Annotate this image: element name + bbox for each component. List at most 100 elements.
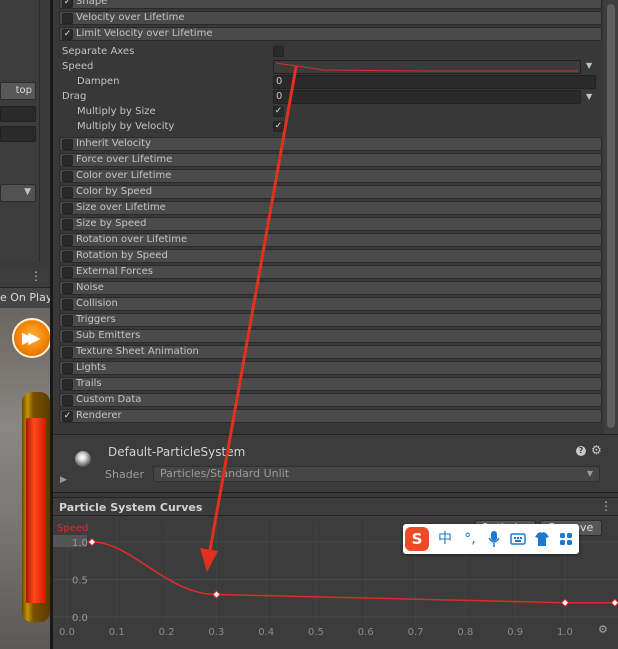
punctuation-button[interactable]: °,	[461, 528, 479, 550]
module-label: Triggers	[76, 314, 116, 325]
left-field-2[interactable]	[0, 126, 36, 142]
kebab-menu-icon[interactable]: ⋮	[600, 499, 612, 513]
chevron-down-icon: ▼	[24, 187, 31, 197]
left-dropdown[interactable]: ▼	[0, 184, 36, 202]
module-row[interactable]: Lights	[59, 361, 602, 375]
drag-mode-dropdown-icon[interactable]: ▼	[586, 92, 592, 101]
module-enable-checkbox[interactable]	[62, 315, 73, 326]
module-row[interactable]: Color by Speed	[59, 185, 602, 199]
module-enable-checkbox[interactable]	[62, 235, 73, 246]
curve-keyframe[interactable]	[87, 537, 97, 547]
module-enable-checkbox[interactable]	[62, 139, 73, 150]
module-row[interactable]: Color over Lifetime	[59, 169, 602, 183]
module-label: Inherit Velocity	[76, 138, 151, 149]
shader-label: Shader	[105, 468, 144, 481]
module-label: Noise	[76, 282, 104, 293]
module-row[interactable]: Custom Data	[59, 393, 602, 407]
module-label: Custom Data	[76, 394, 142, 405]
module-row[interactable]: Force over Lifetime	[59, 153, 602, 167]
module-enable-checkbox[interactable]	[62, 267, 73, 278]
module-row[interactable]: Sub Emitters	[59, 329, 602, 343]
module-enable-checkbox[interactable]: ✓	[62, 0, 73, 8]
kebab-menu-icon[interactable]: ⋮	[30, 269, 42, 283]
curve-keyframe[interactable]	[560, 598, 570, 607]
module-row[interactable]: Triggers	[59, 313, 602, 327]
gear-icon[interactable]: ⚙	[598, 623, 608, 636]
chinese-mode-button[interactable]: 中	[436, 528, 454, 550]
module-row[interactable]: Collision	[59, 297, 602, 311]
left-toolbar-text: e On Play	[0, 288, 50, 308]
curve-keyframe[interactable]	[212, 590, 221, 599]
module-enable-checkbox[interactable]	[62, 187, 73, 198]
module-enable-checkbox[interactable]	[62, 155, 73, 166]
multiply-by-size-checkbox[interactable]: ✓	[273, 106, 284, 117]
module-enable-checkbox[interactable]: ✓	[62, 411, 73, 422]
module-enable-checkbox[interactable]	[62, 219, 73, 230]
skin-shirt-icon[interactable]	[533, 528, 551, 550]
dampen-field[interactable]: 0	[273, 75, 596, 89]
sogou-logo-icon[interactable]: S	[405, 527, 429, 551]
module-enable-checkbox[interactable]	[62, 331, 73, 342]
gear-icon[interactable]: ⚙	[591, 443, 602, 457]
module-row[interactable]: External Forces	[59, 265, 602, 279]
module-enable-checkbox[interactable]: ✓	[62, 29, 73, 40]
multiply-by-velocity-label: Multiply by Velocity	[77, 121, 175, 132]
keyboard-icon[interactable]	[509, 528, 527, 550]
chevron-down-icon: ▼	[586, 469, 593, 478]
x-tick-label: 0.0	[59, 627, 75, 638]
module-enable-checkbox[interactable]	[62, 379, 73, 390]
module-row[interactable]: ✓ Limit Velocity over Lifetime	[59, 27, 602, 41]
x-tick-label: 0.5	[308, 627, 324, 638]
module-row[interactable]: Size over Lifetime	[59, 201, 602, 215]
microphone-icon[interactable]	[485, 528, 503, 550]
module-enable-checkbox[interactable]	[62, 171, 73, 182]
inspector-scrollbar[interactable]	[604, 0, 618, 434]
module-row[interactable]: Rotation by Speed	[59, 249, 602, 263]
module-enable-checkbox[interactable]	[62, 251, 73, 262]
module-enable-checkbox[interactable]	[62, 299, 73, 310]
curve-keyframe[interactable]	[610, 598, 618, 607]
module-label: Color over Lifetime	[76, 170, 172, 181]
left-stop-button[interactable]: top	[0, 82, 36, 100]
drag-label: Drag	[62, 91, 87, 102]
foldout-arrow-icon[interactable]: ▶	[60, 475, 67, 485]
drag-field[interactable]: 0	[273, 90, 581, 104]
module-enable-checkbox[interactable]	[62, 13, 73, 24]
separate-axes-label: Separate Axes	[62, 46, 135, 57]
fast-forward-icon: ▶▶	[12, 318, 50, 358]
scene-object-rod	[22, 392, 50, 622]
module-row[interactable]: Velocity over Lifetime	[59, 11, 602, 25]
speed-curve-field[interactable]	[273, 60, 581, 74]
module-enable-checkbox[interactable]	[62, 347, 73, 358]
module-row[interactable]: Trails	[59, 377, 602, 391]
scrollbar-thumb[interactable]	[607, 4, 615, 428]
module-row[interactable]: Size by Speed	[59, 217, 602, 231]
module-row[interactable]: ✓ Renderer	[59, 409, 602, 423]
material-preview-icon	[75, 451, 91, 467]
x-tick-label: 0.4	[258, 627, 274, 638]
shader-dropdown[interactable]: Particles/Standard Unlit ▼	[153, 466, 600, 482]
module-row[interactable]: Noise	[59, 281, 602, 295]
multiply-by-size-label: Multiply by Size	[77, 106, 156, 117]
curves-window-header: Particle System Curves ⋮	[53, 498, 618, 516]
module-label: Size over Lifetime	[76, 202, 166, 213]
toolbox-grid-icon[interactable]	[557, 528, 575, 550]
module-enable-checkbox[interactable]	[62, 363, 73, 374]
ime-toolbar[interactable]: S 中 °,	[403, 524, 579, 554]
module-enable-checkbox[interactable]	[62, 203, 73, 214]
module-row[interactable]: Texture Sheet Animation	[59, 345, 602, 359]
module-row[interactable]: Rotation over Lifetime	[59, 233, 602, 247]
module-row[interactable]: Inherit Velocity	[59, 137, 602, 151]
help-icon[interactable]: ?	[576, 446, 586, 456]
speed-mode-dropdown-icon[interactable]: ▼	[586, 61, 592, 70]
left-field-1[interactable]	[0, 106, 36, 122]
module-row[interactable]: ✓ Shape	[59, 0, 602, 9]
module-enable-checkbox[interactable]	[62, 283, 73, 294]
module-label: Collision	[76, 298, 118, 309]
module-enable-checkbox[interactable]	[62, 395, 73, 406]
separate-axes-checkbox[interactable]	[273, 46, 284, 57]
x-tick-label: 0.6	[358, 627, 374, 638]
shader-value: Particles/Standard Unlit	[160, 467, 290, 480]
particle-system-inspector: ✓ Shape Velocity over Lifetime ✓ Limit Veloc…	[53, 0, 618, 434]
multiply-by-velocity-checkbox[interactable]: ✓	[273, 121, 284, 132]
